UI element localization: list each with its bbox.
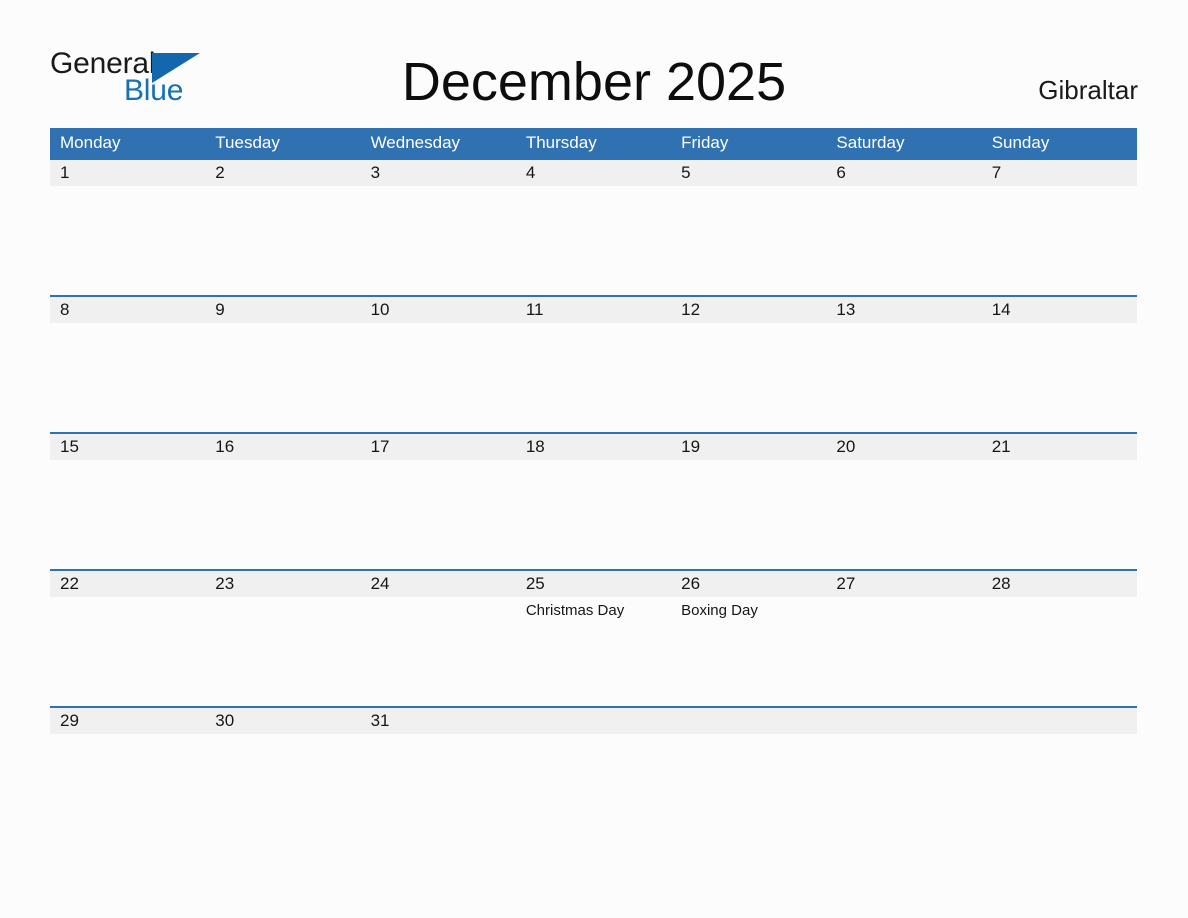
day-cell[interactable]: 5 xyxy=(671,160,826,295)
day-number: 21 xyxy=(991,437,1011,456)
day-number xyxy=(836,708,981,734)
calendar-page: General Blue December 2025 Gibraltar Mon… xyxy=(0,0,1188,918)
day-number: 25 xyxy=(525,574,545,593)
day-number: 28 xyxy=(991,574,1011,593)
day-cell[interactable] xyxy=(516,708,671,843)
day-number: 6 xyxy=(836,163,846,182)
day-number: 2 xyxy=(215,163,225,182)
day-number: 9 xyxy=(215,300,225,319)
day-cell[interactable]: 24 xyxy=(361,571,516,706)
weekday-sunday: Sunday xyxy=(991,133,1050,152)
day-number: 14 xyxy=(991,300,1011,319)
day-number: 15 xyxy=(60,437,79,456)
day-cell[interactable]: 26 Boxing Day xyxy=(671,571,826,706)
day-cell[interactable]: 12 xyxy=(671,297,826,432)
page-header: General Blue December 2025 Gibraltar xyxy=(0,0,1188,128)
weekday-tuesday: Tuesday xyxy=(215,133,280,152)
weekday-saturday: Saturday xyxy=(836,133,905,152)
day-cell[interactable]: 30 xyxy=(205,708,360,843)
day-number xyxy=(992,708,1137,734)
weekday-header-row: Monday Tuesday Wednesday Thursday Friday… xyxy=(50,128,1137,158)
day-cell[interactable]: 9 xyxy=(205,297,360,432)
day-cell[interactable]: 22 xyxy=(50,571,205,706)
week-row: 15 16 17 18 19 20 21 xyxy=(50,432,1137,569)
day-cell[interactable]: 8 xyxy=(50,297,205,432)
week-row: 29 30 31 xyxy=(50,706,1137,843)
day-cell[interactable]: 6 xyxy=(826,160,981,295)
day-cell[interactable]: 3 xyxy=(361,160,516,295)
week-row: 8 9 10 11 12 13 14 xyxy=(50,295,1137,432)
day-number: 30 xyxy=(215,711,235,730)
day-cell[interactable]: 2 xyxy=(205,160,360,295)
day-number: 31 xyxy=(370,711,390,730)
day-cell[interactable]: 20 xyxy=(826,434,981,569)
day-cell[interactable]: 7 xyxy=(982,160,1137,295)
day-number: 7 xyxy=(991,163,1002,182)
day-cell[interactable] xyxy=(826,708,981,843)
day-cell[interactable]: 10 xyxy=(361,297,516,432)
week-row: 1 2 3 4 5 6 7 xyxy=(50,158,1137,295)
calendar-grid: Monday Tuesday Wednesday Thursday Friday… xyxy=(50,128,1137,843)
day-number: 10 xyxy=(370,300,390,319)
weekday-wednesday: Wednesday xyxy=(370,133,461,152)
week-row: 22 23 24 25 Christmas Day 26 Boxing Day … xyxy=(50,569,1137,706)
day-number: 12 xyxy=(681,300,701,319)
day-event: Christmas Day xyxy=(525,602,625,619)
day-number: 27 xyxy=(836,574,856,593)
day-cell[interactable]: 19 xyxy=(671,434,826,569)
weekday-monday: Monday xyxy=(60,133,121,152)
day-cell[interactable]: 29 xyxy=(50,708,205,843)
region-label: Gibraltar xyxy=(1038,75,1138,105)
day-cell[interactable]: 28 xyxy=(982,571,1137,706)
day-cell[interactable]: 13 xyxy=(826,297,981,432)
day-number: 19 xyxy=(681,437,701,456)
day-number: 18 xyxy=(525,437,545,456)
day-number: 11 xyxy=(525,300,544,319)
day-number: 8 xyxy=(60,300,70,319)
day-cell[interactable]: 16 xyxy=(205,434,360,569)
day-number: 23 xyxy=(215,574,235,593)
weekday-friday: Friday xyxy=(681,133,729,152)
day-cell[interactable]: 18 xyxy=(516,434,671,569)
day-cell[interactable]: 27 xyxy=(826,571,981,706)
day-cell[interactable]: 14 xyxy=(982,297,1137,432)
day-cell[interactable] xyxy=(982,708,1137,843)
day-number: 22 xyxy=(60,574,79,593)
day-number: 24 xyxy=(370,574,390,593)
day-cell[interactable]: 17 xyxy=(361,434,516,569)
day-number: 1 xyxy=(60,163,70,182)
day-cell[interactable] xyxy=(671,708,826,843)
day-number: 29 xyxy=(60,711,79,730)
day-cell[interactable]: 4 xyxy=(516,160,671,295)
day-number: 16 xyxy=(215,437,235,456)
day-number: 4 xyxy=(525,163,536,182)
day-number: 26 xyxy=(681,574,701,593)
day-cell[interactable]: 15 xyxy=(50,434,205,569)
day-cell[interactable]: 1 xyxy=(50,160,205,295)
day-number: 20 xyxy=(836,437,856,456)
day-number xyxy=(526,708,671,734)
day-number: 5 xyxy=(681,163,691,182)
day-number: 17 xyxy=(370,437,390,456)
weekday-thursday: Thursday xyxy=(525,133,597,152)
day-cell[interactable]: 11 xyxy=(516,297,671,432)
day-cell[interactable]: 23 xyxy=(205,571,360,706)
day-number xyxy=(681,708,826,734)
day-number: 3 xyxy=(370,163,381,182)
day-cell[interactable]: 25 Christmas Day xyxy=(516,571,671,706)
page-title: December 2025 xyxy=(401,52,787,112)
day-number: 13 xyxy=(836,300,856,319)
day-cell[interactable]: 31 xyxy=(361,708,516,843)
day-cell[interactable]: 21 xyxy=(982,434,1137,569)
day-event: Boxing Day xyxy=(681,602,758,619)
